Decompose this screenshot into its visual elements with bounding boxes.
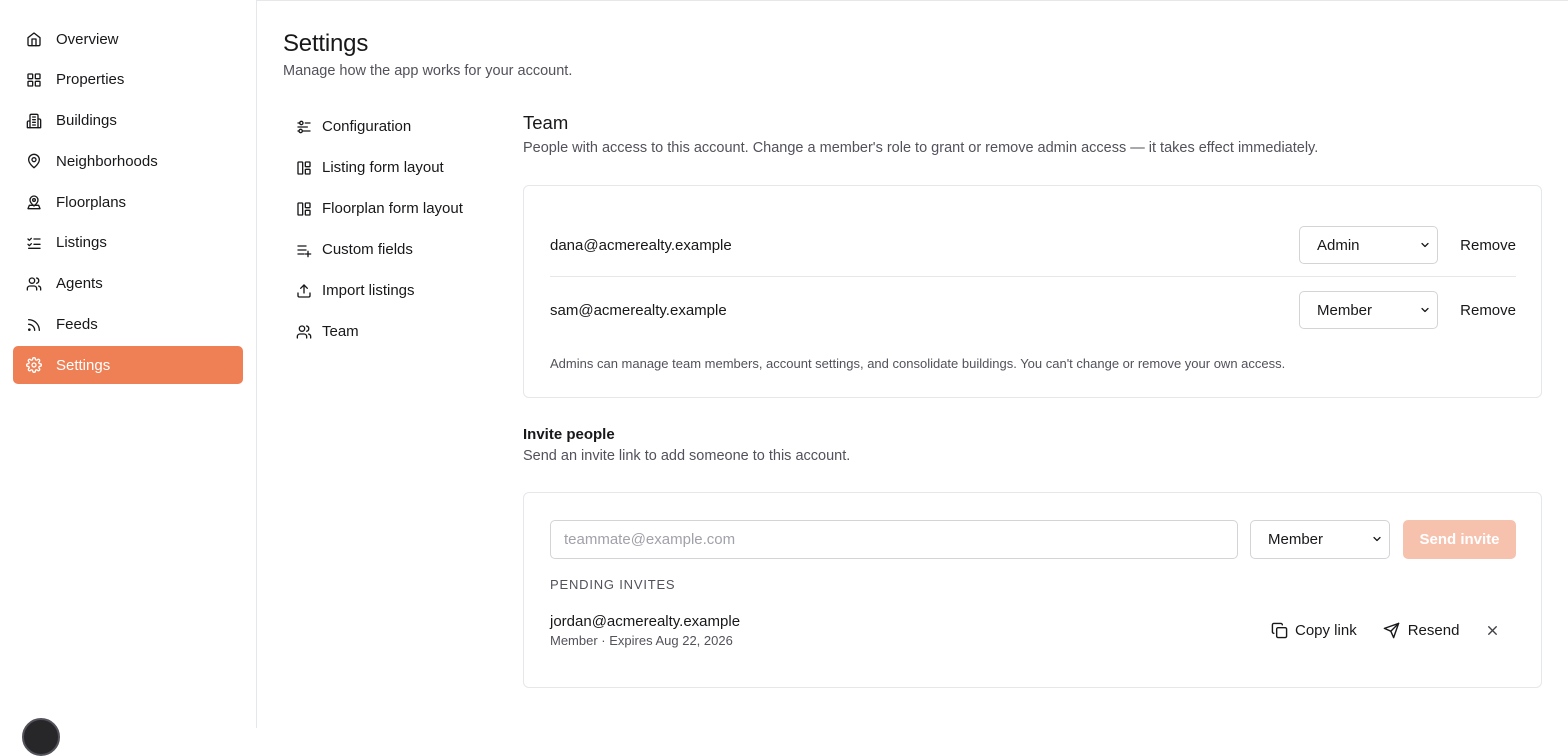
sidebar-item-agents[interactable]: Agents bbox=[13, 265, 243, 303]
sidebar-item-label: Overview bbox=[56, 30, 119, 48]
settings-nav-import-listings[interactable]: Import listings bbox=[296, 270, 496, 311]
settings-nav-label: Team bbox=[322, 323, 359, 340]
member-email: sam@acmerealty.example bbox=[550, 301, 727, 319]
settings-nav-label: Import listings bbox=[322, 282, 415, 299]
sidebar-item-neighborhoods[interactable]: Neighborhoods bbox=[13, 142, 243, 180]
copy-link-label: Copy link bbox=[1295, 621, 1357, 639]
sidebar-item-label: Settings bbox=[56, 356, 111, 374]
copy-icon bbox=[1270, 621, 1288, 639]
sidebar-item-label: Feeds bbox=[56, 316, 98, 334]
rss-icon bbox=[26, 317, 42, 333]
pending-invite-meta: Member · Expires Aug 22, 2026 bbox=[550, 633, 733, 648]
member-role-value: Admin bbox=[1317, 236, 1360, 254]
invite-email-input[interactable] bbox=[550, 520, 1238, 559]
resend-button[interactable]: Resend bbox=[1383, 621, 1460, 639]
sidebar-item-label: Properties bbox=[56, 71, 125, 89]
copy-link-button[interactable]: Copy link bbox=[1270, 621, 1357, 639]
users-icon bbox=[26, 276, 42, 292]
remove-member-button[interactable]: Remove bbox=[1438, 237, 1516, 254]
home-icon bbox=[26, 31, 42, 47]
layout-icon bbox=[296, 160, 312, 176]
sidebar-item-buildings[interactable]: Buildings bbox=[13, 102, 243, 140]
gear-icon bbox=[26, 357, 42, 374]
pending-invite-email: jordan@acmerealty.example bbox=[550, 613, 741, 630]
sidebar: Overview Properties Buildings Neighborho… bbox=[0, 0, 257, 756]
settings-nav-label: Custom fields bbox=[322, 241, 413, 258]
invite-description: Send an invite link to add someone to th… bbox=[523, 448, 851, 464]
settings-nav-floorplan-form-layout[interactable]: Floorplan form layout bbox=[296, 188, 496, 229]
member-role-value: Member bbox=[1317, 301, 1373, 319]
invite-title: Invite people bbox=[523, 426, 615, 443]
page-subtitle: Manage how the app works for your accoun… bbox=[283, 63, 573, 79]
members-card: dana@acmerealty.example Admin Remove sam… bbox=[523, 185, 1542, 398]
member-role-select[interactable]: Member bbox=[1299, 291, 1438, 329]
pending-invite-actions: Copy link Resend bbox=[1270, 615, 1501, 645]
settings-nav-label: Configuration bbox=[322, 118, 412, 135]
avatar[interactable] bbox=[22, 718, 60, 756]
settings-nav-custom-fields[interactable]: Custom fields bbox=[296, 229, 496, 270]
top-border bbox=[257, 0, 1568, 1]
settings-nav: Configuration Listing form layout Floorp… bbox=[296, 106, 496, 352]
sidebar-item-listings[interactable]: Listings bbox=[13, 224, 243, 262]
invite-card: Member Send invite PENDING INVITES jorda… bbox=[523, 492, 1542, 688]
admin-note: Admins can manage team members, account … bbox=[550, 356, 1286, 371]
sidebar-item-settings[interactable]: Settings bbox=[13, 346, 243, 385]
chevron-down-icon bbox=[1373, 536, 1381, 542]
team-title: Team bbox=[523, 112, 569, 133]
sidebar-nav: Overview Properties Buildings Neighborho… bbox=[13, 20, 243, 387]
settings-nav-label: Floorplan form layout bbox=[322, 200, 463, 217]
layout-icon bbox=[296, 201, 312, 217]
chevron-down-icon bbox=[1421, 242, 1429, 248]
resend-label: Resend bbox=[1407, 621, 1460, 639]
invite-role-select[interactable]: Member bbox=[1250, 520, 1390, 559]
close-icon bbox=[1487, 625, 1497, 635]
member-email: dana@acmerealty.example bbox=[550, 236, 732, 254]
settings-nav-team[interactable]: Team bbox=[296, 311, 496, 352]
member-row: dana@acmerealty.example Admin Remove bbox=[550, 219, 1516, 271]
users-icon bbox=[296, 324, 312, 340]
page-title: Settings bbox=[283, 30, 369, 57]
building-icon bbox=[26, 113, 42, 129]
invite-role-value: Member bbox=[1268, 531, 1324, 548]
sidebar-item-properties[interactable]: Properties bbox=[13, 61, 243, 99]
member-row: sam@acmerealty.example Member Remove bbox=[550, 284, 1516, 336]
member-role-select[interactable]: Admin bbox=[1299, 226, 1438, 264]
revoke-invite-button[interactable] bbox=[1483, 621, 1501, 639]
sidebar-item-overview[interactable]: Overview bbox=[13, 20, 243, 58]
map-pin-house-icon bbox=[26, 194, 42, 210]
sidebar-item-floorplans[interactable]: Floorplans bbox=[13, 183, 243, 221]
upload-icon bbox=[296, 283, 312, 299]
grid-icon bbox=[26, 72, 42, 88]
pending-invites-label: PENDING INVITES bbox=[550, 577, 676, 592]
sidebar-item-label: Neighborhoods bbox=[56, 152, 158, 170]
list-plus-icon bbox=[296, 242, 312, 258]
sliders-icon bbox=[296, 119, 312, 135]
sidebar-item-label: Buildings bbox=[56, 112, 117, 130]
send-invite-button[interactable]: Send invite bbox=[1403, 520, 1516, 559]
sidebar-item-feeds[interactable]: Feeds bbox=[13, 306, 243, 344]
team-description: People with access to this account. Chan… bbox=[523, 140, 1319, 156]
sidebar-item-label: Listings bbox=[56, 234, 107, 252]
settings-nav-configuration[interactable]: Configuration bbox=[296, 106, 496, 147]
settings-nav-label: Listing form layout bbox=[322, 159, 444, 176]
send-icon bbox=[1383, 621, 1401, 639]
sidebar-item-label: Agents bbox=[56, 275, 103, 293]
list-checks-icon bbox=[26, 235, 42, 251]
divider bbox=[550, 276, 1516, 277]
settings-nav-listing-form-layout[interactable]: Listing form layout bbox=[296, 147, 496, 188]
remove-member-button[interactable]: Remove bbox=[1438, 302, 1516, 319]
sidebar-item-label: Floorplans bbox=[56, 193, 127, 211]
map-pin-icon bbox=[26, 153, 42, 169]
chevron-down-icon bbox=[1421, 307, 1429, 313]
